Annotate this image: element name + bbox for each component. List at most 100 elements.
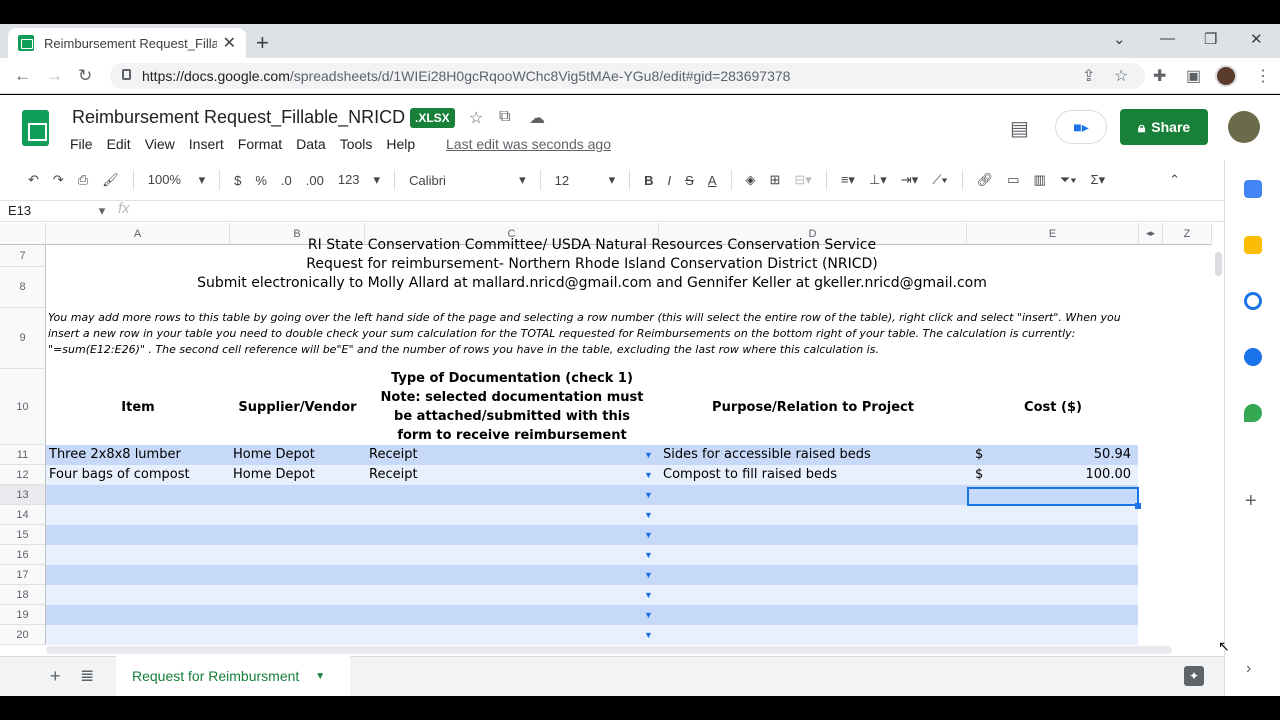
font-select-arrow-icon[interactable]: ▾ — [519, 172, 526, 188]
explore-icon[interactable]: ✦ — [1184, 666, 1204, 686]
sheet-tab-menu-icon[interactable]: ▼ — [315, 671, 325, 682]
table-row[interactable] — [46, 625, 1138, 645]
insert-chart-icon[interactable]: ▥ — [1034, 172, 1046, 188]
hidden-columns-arrows-icon[interactable]: ◂▸ — [1139, 223, 1163, 245]
more-formats-select[interactable]: 123 ▾ — [338, 172, 380, 188]
cell-cost[interactable]: 50.94 — [1000, 447, 1131, 462]
browser-menu-icon[interactable]: ⋮ — [1255, 66, 1271, 86]
menu-insert[interactable]: Insert — [189, 136, 224, 152]
row-header-13[interactable]: 13 — [0, 485, 46, 505]
horizontal-scrollbar[interactable] — [46, 646, 1172, 654]
percent-button[interactable]: % — [255, 173, 267, 188]
tasks-icon[interactable] — [1244, 292, 1262, 310]
table-row[interactable] — [46, 605, 1138, 625]
table-row[interactable] — [46, 545, 1138, 565]
bold-icon[interactable]: B — [644, 173, 653, 188]
text-color-icon[interactable]: A — [708, 173, 717, 188]
horizontal-align-icon[interactable]: ≡▾ — [841, 172, 855, 188]
row-header-16[interactable]: 16 — [0, 545, 46, 565]
functions-icon[interactable]: Σ▾ — [1091, 172, 1106, 188]
italic-icon[interactable]: I — [668, 173, 672, 188]
extensions-puzzle-icon[interactable]: ✚ — [1153, 66, 1166, 86]
text-wrap-icon[interactable]: ⇥▾ — [901, 172, 918, 188]
restore-icon[interactable]: ❐ — [1204, 30, 1217, 48]
last-edit-link[interactable]: Last edit was seconds ago — [446, 136, 611, 152]
decrease-decimal-button[interactable]: .0 — [281, 173, 292, 188]
cell-doc-type[interactable]: Receipt — [369, 447, 639, 462]
star-icon[interactable]: ☆ — [469, 108, 483, 128]
comments-icon[interactable]: ▤ — [1010, 116, 1029, 141]
active-cell-selection[interactable] — [967, 487, 1139, 506]
menu-edit[interactable]: Edit — [107, 136, 131, 152]
side-panel-icon[interactable]: ▣ — [1186, 66, 1201, 86]
cell-item[interactable]: Three 2x8x8 lumber — [49, 447, 229, 462]
cell-item[interactable]: Four bags of compost — [49, 467, 229, 482]
spreadsheet-grid[interactable]: A B C D E ◂▸ Z 7 8 9 10 11 12 13 14 15 1… — [0, 223, 1212, 645]
back-icon[interactable]: ← — [14, 66, 31, 86]
browser-tab[interactable]: Reimbursement Request_Fillable_ ✕ — [8, 28, 246, 58]
dropdown-arrow-icon[interactable]: ▼ — [644, 510, 653, 520]
cell-purpose[interactable]: Compost to fill raised beds — [663, 467, 963, 482]
dropdown-arrow-icon[interactable]: ▼ — [644, 550, 653, 560]
menu-file[interactable]: File — [70, 136, 93, 152]
row-header-18[interactable]: 18 — [0, 585, 46, 605]
vertical-scrollbar[interactable] — [1212, 247, 1224, 645]
cell-purpose[interactable]: Sides for accessible raised beds — [663, 447, 963, 462]
cell-currency[interactable]: $ — [975, 467, 995, 482]
tab-search-icon[interactable]: ⌄ — [1113, 30, 1126, 48]
row-header-8[interactable]: 8 — [0, 267, 46, 308]
contacts-icon[interactable] — [1244, 348, 1262, 366]
meet-button[interactable]: ■▸ — [1055, 110, 1107, 144]
calendar-icon[interactable] — [1244, 180, 1262, 198]
keep-icon[interactable] — [1244, 236, 1262, 254]
close-tab-icon[interactable]: ✕ — [223, 33, 236, 53]
dropdown-arrow-icon[interactable]: ▼ — [644, 570, 653, 580]
zoom-select[interactable]: 100% ▾ — [148, 172, 205, 188]
maps-icon[interactable] — [1244, 404, 1262, 422]
print-icon[interactable]: ⎙ — [78, 172, 88, 188]
cell-doc-type[interactable]: Receipt — [369, 467, 639, 482]
document-title[interactable]: Reimbursement Request_Fillable_NRICD — [72, 107, 405, 128]
table-row[interactable] — [46, 565, 1138, 585]
fill-color-icon[interactable]: ◈ — [746, 172, 756, 188]
menu-format[interactable]: Format — [238, 136, 282, 152]
share-page-icon[interactable]: ⇪ — [1082, 66, 1095, 86]
row-header-14[interactable]: 14 — [0, 505, 46, 525]
select-all-corner[interactable] — [0, 223, 46, 245]
sheet-tab-active[interactable]: Request for Reimbursment ▼ — [116, 656, 350, 696]
filter-icon[interactable]: ⏷▾ — [1060, 172, 1077, 188]
cell-cost[interactable]: 100.00 — [1000, 467, 1132, 482]
header-item[interactable]: Item — [46, 398, 230, 417]
menu-view[interactable]: View — [145, 136, 175, 152]
get-addons-plus-icon[interactable]: + — [1245, 490, 1257, 513]
sheets-logo-icon[interactable] — [22, 110, 49, 146]
row-header-10[interactable]: 10 — [0, 369, 46, 445]
share-button[interactable]: 🔒︎ Share — [1120, 109, 1208, 145]
cell-supplier[interactable]: Home Depot — [233, 467, 363, 482]
account-avatar[interactable] — [1228, 111, 1260, 143]
browser-profile-avatar[interactable] — [1215, 65, 1237, 87]
dropdown-arrow-icon[interactable]: ▼ — [644, 590, 653, 600]
borders-icon[interactable]: ⊞ — [770, 172, 781, 188]
row-header-11[interactable]: 11 — [0, 445, 46, 465]
undo-icon[interactable]: ↶ — [28, 172, 39, 188]
vertical-scroll-thumb[interactable] — [1215, 252, 1222, 276]
dropdown-arrow-icon[interactable]: ▼ — [644, 450, 653, 460]
insert-comment-icon[interactable]: ▭ — [1007, 172, 1019, 188]
reload-icon[interactable]: ↻ — [78, 66, 92, 86]
show-side-panel-chevron-icon[interactable]: › — [1246, 660, 1251, 678]
font-select[interactable]: Calibri — [409, 173, 505, 188]
fill-handle[interactable] — [1135, 503, 1141, 509]
vertical-align-icon[interactable]: ⊥▾ — [869, 172, 887, 188]
window-close-icon[interactable]: ✕ — [1250, 30, 1263, 48]
row-header-9[interactable]: 9 — [0, 308, 46, 369]
increase-decimal-button[interactable]: .00 — [306, 173, 324, 188]
cell-currency[interactable]: $ — [975, 447, 995, 462]
table-row[interactable] — [46, 585, 1138, 605]
header-doc-type[interactable]: Type of Documentation (check 1) Note: se… — [375, 369, 649, 445]
name-box[interactable]: E13 ▾ — [8, 203, 105, 219]
currency-button[interactable]: $ — [234, 173, 241, 188]
sheet-submit-line[interactable]: Submit electronically to Molly Allard at… — [46, 275, 1138, 295]
forward-icon[interactable]: → — [46, 66, 63, 86]
sheet-title-line-2[interactable]: Request for reimbursement- Northern Rhod… — [46, 256, 1138, 276]
